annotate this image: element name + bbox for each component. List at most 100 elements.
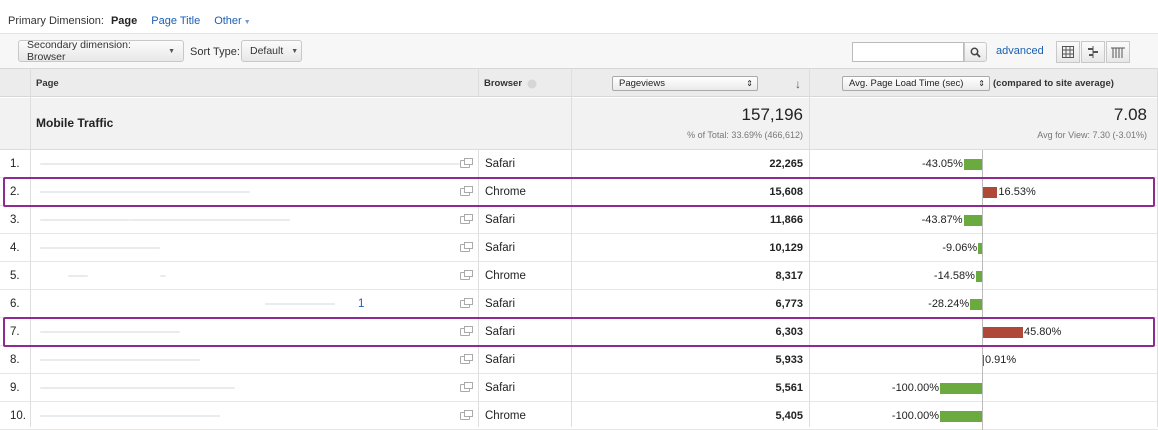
browser-cell: Safari [485, 381, 516, 394]
pageviews-cell: 11,866 [769, 213, 803, 226]
negative-comparison-bar [963, 215, 982, 226]
external-link-glyph [460, 353, 473, 364]
column-header-browser[interactable]: Browser [484, 69, 538, 98]
redacted-page-path [40, 359, 200, 361]
row-index: 8. [10, 353, 20, 366]
comparison-percent: -100.00% [891, 381, 939, 394]
column-divider [809, 68, 810, 427]
table-row: 8. Safari 5,933 0.91% [0, 346, 1158, 374]
external-link-glyph [460, 157, 473, 168]
external-link-icon[interactable] [458, 150, 473, 177]
browser-cell: Chrome [485, 409, 526, 422]
pageviews-cell: 6,773 [775, 297, 803, 310]
pivot-view-button[interactable] [1106, 41, 1130, 63]
pageviews-cell: 8,317 [775, 269, 803, 282]
browser-header-label: Browser [484, 78, 523, 89]
secondary-dimension-dropdown[interactable]: Secondary dimension: Browser ▼ [18, 39, 184, 63]
page-link-fragment[interactable]: 1 [358, 290, 364, 317]
primary-dimension-other[interactable]: Other ▼ [214, 15, 250, 27]
redacted-page-path [40, 219, 130, 221]
comparison-view-icon [1088, 46, 1098, 58]
column-divider [571, 68, 572, 427]
external-link-glyph [460, 213, 473, 224]
positive-comparison-bar [983, 355, 984, 366]
table-view-icon [1062, 46, 1074, 58]
comparison-percent: -28.24% [928, 297, 970, 310]
external-link-glyph [460, 409, 473, 420]
pivot-view-icon [1111, 47, 1125, 58]
table-row: 6. 1 Safari 6,773 -28.24% [0, 290, 1158, 318]
comparison-percent: -100.00% [891, 409, 939, 422]
negative-comparison-bar [940, 383, 982, 394]
browser-cell: Safari [485, 353, 516, 366]
table-header: Page Browser Pageviews ⇕ ↓ Avg. Page Loa… [0, 68, 1158, 97]
summary-row: Mobile Traffic 157,196 % of Total: 33.69… [0, 98, 1158, 150]
row-index: 5. [10, 269, 20, 282]
comparison-percent: -43.05% [921, 157, 963, 170]
comparison-percent: 0.91% [985, 353, 1017, 366]
redacted-page-path [40, 247, 160, 249]
external-link-icon[interactable] [458, 402, 473, 429]
comparison-percent: -14.58% [933, 269, 975, 282]
comparison-view-button[interactable] [1081, 41, 1105, 63]
average-load-time-note: Avg for View: 7.30 (-3.01%) [1037, 130, 1147, 140]
sort-type-dropdown[interactable]: Default ▼ [241, 40, 302, 62]
sort-type-label: Sort Type: [190, 46, 240, 58]
row-index: 4. [10, 241, 20, 254]
pageviews-cell: 5,933 [775, 353, 803, 366]
negative-comparison-bar [963, 159, 982, 170]
table-search-input[interactable] [852, 42, 964, 62]
external-link-icon[interactable] [458, 234, 473, 261]
primary-dimension-page[interactable]: Page [111, 15, 137, 27]
external-link-icon[interactable] [458, 290, 473, 317]
column-divider [30, 68, 31, 427]
pageviews-cell: 22,265 [769, 157, 803, 170]
help-icon [527, 79, 537, 88]
pageviews-cell: 5,561 [775, 381, 803, 394]
row-highlight-box [3, 317, 1155, 347]
pageviews-metric-select[interactable]: Pageviews ⇕ [612, 76, 758, 91]
pageviews-header-label: Pageviews [619, 78, 665, 89]
external-link-glyph [460, 381, 473, 392]
row-index: 10. [10, 409, 26, 422]
row-highlight-box [3, 177, 1155, 207]
redacted-page-path [130, 219, 290, 221]
redacted-page-path [160, 275, 166, 277]
external-link-glyph [460, 297, 473, 308]
table-row: 5. Chrome 8,317 -14.58% [0, 262, 1158, 290]
primary-dimension-bar: Primary Dimension: Page Page Title Other… [8, 14, 265, 28]
redacted-page-path [40, 163, 460, 165]
external-link-icon[interactable] [458, 346, 473, 373]
negative-comparison-bar [940, 411, 982, 422]
external-link-icon[interactable] [458, 374, 473, 401]
column-header-page[interactable]: Page [36, 69, 59, 98]
chevron-down-icon: ▼ [243, 19, 251, 26]
advanced-filter-link[interactable]: advanced [996, 45, 1044, 57]
sort-updown-icon: ⇕ [978, 79, 985, 88]
load-time-metric-select[interactable]: Avg. Page Load Time (sec) ⇕ [842, 76, 990, 91]
table-view-button[interactable] [1056, 41, 1080, 63]
redacted-page-path [40, 415, 220, 417]
sort-desc-arrow-icon[interactable]: ↓ [795, 69, 801, 98]
external-link-icon[interactable] [458, 206, 473, 233]
comparison-percent: -9.06% [942, 241, 978, 254]
primary-dimension-page-title[interactable]: Page Title [151, 15, 200, 27]
browser-cell: Safari [485, 241, 516, 254]
comparison-percent: -43.87% [921, 213, 963, 226]
redacted-page-path [40, 387, 235, 389]
sort-type-value: Default [250, 45, 284, 57]
browser-cell: Safari [485, 157, 516, 170]
browser-cell: Safari [485, 213, 516, 226]
table-toolbar: Secondary dimension: Browser ▼ Sort Type… [0, 33, 1158, 68]
row-index: 3. [10, 213, 20, 226]
redacted-page-path [265, 303, 335, 305]
negative-comparison-bar [970, 299, 982, 310]
pageviews-cell: 5,405 [775, 409, 803, 422]
segment-label: Mobile Traffic [36, 116, 114, 130]
search-button[interactable] [964, 42, 987, 62]
external-link-icon[interactable] [458, 262, 473, 289]
load-time-header-label: Avg. Page Load Time (sec) [849, 78, 964, 89]
average-load-time: 7.08 [1113, 105, 1147, 124]
table-row: 10. Chrome 5,405 -100.00% [0, 402, 1158, 430]
secondary-dimension-label: Secondary dimension: Browser [27, 39, 131, 63]
